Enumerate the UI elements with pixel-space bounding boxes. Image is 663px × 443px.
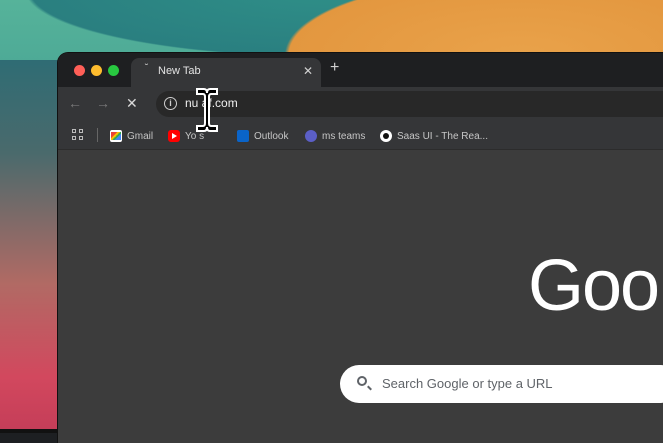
bookmark-outlook[interactable]: Outlook [237,128,288,144]
site-info-icon[interactable]: i [164,97,177,110]
search-placeholder[interactable]: Search Google or type a URL [382,376,553,391]
tab-close-icon[interactable]: ✕ [303,64,313,78]
tab-bar: ˘ New Tab ✕ + [58,53,663,87]
bookmark-label: Saas UI - The Rea... [397,130,488,142]
stop-loading-button[interactable]: ✕ [126,95,138,112]
search-icon [357,376,367,386]
gmail-icon [110,130,122,142]
tab-new-tab[interactable]: ˘ New Tab ✕ [131,58,321,87]
saas-ui-icon [380,130,392,142]
browser-window: ˘ New Tab ✕ + ← → ✕ i nu af.com Gmail Yo… [58,53,663,443]
loading-spinner-icon: ˘ [145,63,149,74]
text-cursor-icon [196,88,218,132]
teams-icon [305,130,317,142]
google-logo: Goo [528,246,660,326]
youtube-icon [168,130,180,142]
bookmark-label: ms teams [322,130,366,142]
tab-title: New Tab [158,65,201,77]
address-bar[interactable]: i nu af.com [156,91,663,117]
outlook-icon [237,130,249,142]
new-tab-page: Goo Search Google or type a URL [58,149,663,443]
google-search-box[interactable]: Search Google or type a URL [340,365,663,403]
bookmark-label: Outlook [254,130,289,142]
bookmarks-bar: Gmail Yo s Outlook ms teams Saas UI - Th… [58,121,663,149]
forward-button[interactable]: → [96,95,110,111]
new-tab-button[interactable]: + [330,60,339,76]
zoom-window-button[interactable] [108,65,119,76]
toolbar: ← → ✕ i nu af.com [58,87,663,121]
back-button[interactable]: ← [68,95,82,111]
bookmark-ms-teams[interactable]: ms teams [305,128,365,144]
bookmarks-divider [97,128,98,142]
minimize-window-button[interactable] [91,65,102,76]
bookmark-saas-ui[interactable]: Saas UI - The Rea... [380,128,488,144]
apps-grid-icon[interactable] [72,129,84,141]
bookmark-gmail[interactable]: Gmail [110,128,153,144]
bookmark-label: Gmail [127,130,154,142]
close-window-button[interactable] [74,65,85,76]
